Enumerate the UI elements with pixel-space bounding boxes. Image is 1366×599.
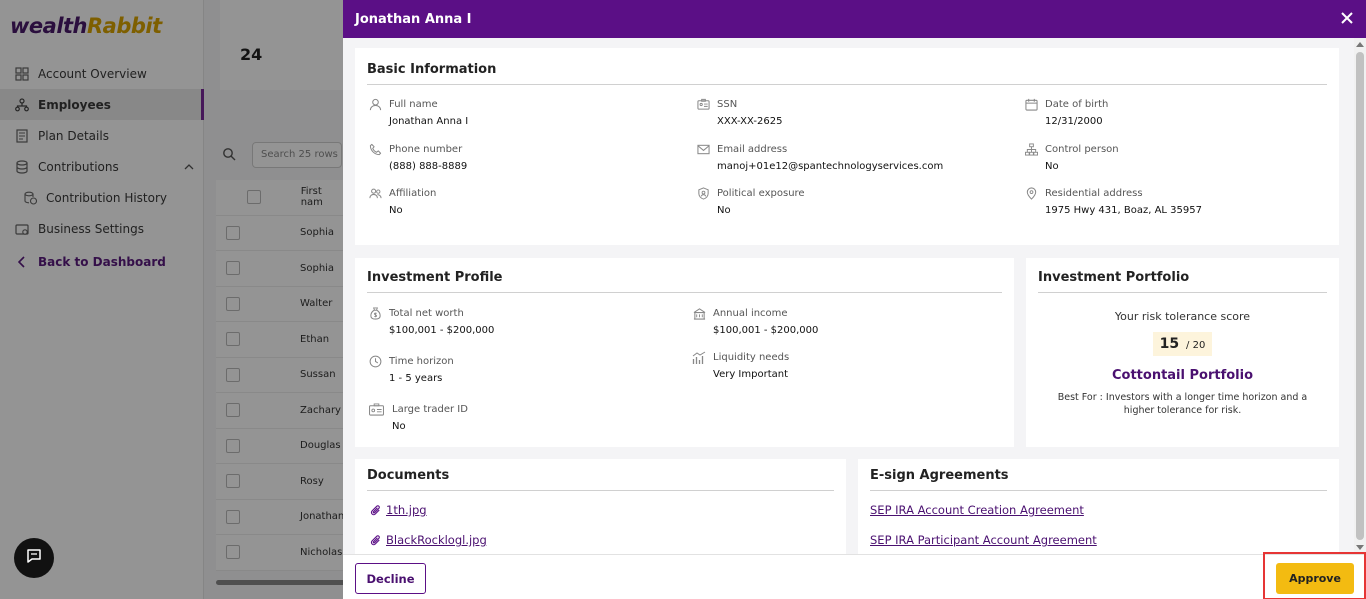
field-value: $100,001 - $200,000 — [713, 325, 819, 336]
close-button[interactable] — [1338, 10, 1356, 28]
field-value: 12/31/2000 — [1045, 116, 1103, 127]
drawer-header: Jonathan Anna I — [343, 0, 1366, 38]
field-label: Time horizon — [389, 356, 454, 367]
field-label: Email address — [717, 144, 788, 155]
field-value: $100,001 - $200,000 — [389, 325, 495, 336]
shield-user-icon — [695, 187, 711, 203]
field-label: Full name — [389, 99, 438, 110]
investment-profile-panel: Investment Profile Total net worth $100,0… — [355, 258, 1014, 447]
field-value: 1975 Hwy 431, Boaz, AL 35957 — [1045, 205, 1202, 216]
calendar-icon — [1023, 98, 1039, 114]
field-value: No — [717, 205, 731, 216]
risk-score-max: / 20 — [1186, 340, 1206, 351]
field-label: Residential address — [1045, 188, 1143, 199]
field-label: Control person — [1045, 144, 1119, 155]
field-label: Large trader ID — [392, 404, 468, 415]
approve-button[interactable]: Approve — [1276, 563, 1354, 594]
residential-address-field: Residential address 1975 Hwy 431, Boaz, A… — [1023, 187, 1202, 218]
chat-bubble-icon — [25, 547, 43, 569]
location-pin-icon — [1023, 187, 1039, 203]
field-label: Political exposure — [717, 188, 805, 199]
field-label: Date of birth — [1045, 99, 1109, 110]
field-label: Liquidity needs — [713, 352, 790, 363]
agreement-name: SEP IRA Account Creation Agreement — [870, 503, 1084, 517]
hierarchy-icon — [1023, 143, 1039, 159]
full-name-field: Full name Jonathan Anna I — [367, 98, 468, 129]
money-bag-icon — [367, 307, 383, 323]
field-value: Jonathan Anna I — [389, 116, 469, 127]
risk-tolerance-block: Your risk tolerance score 15 / 20 Cotton… — [1026, 310, 1339, 417]
risk-score-badge: 15 / 20 — [1152, 332, 1213, 356]
id-card-icon — [695, 98, 711, 114]
paperclip-icon — [369, 503, 383, 517]
document-link[interactable]: 1th.jpg — [369, 503, 427, 517]
esign-agreement-link[interactable]: SEP IRA Account Creation Agreement — [870, 503, 1084, 517]
documents-panel: Documents 1th.jpg BlackRocklogl.jpg — [355, 459, 846, 554]
decline-button[interactable]: Decline — [355, 563, 426, 594]
clock-icon — [367, 355, 383, 371]
scrollbar-thumb[interactable] — [1356, 52, 1364, 540]
portfolio-name: Cottontail Portfolio — [1111, 368, 1254, 383]
scroll-up-arrow-icon[interactable] — [1356, 42, 1364, 47]
large-trader-id-field: Large trader ID No — [367, 403, 468, 434]
field-label: Affiliation — [389, 188, 437, 199]
portfolio-description: Best For : Investors with a longer time … — [1057, 392, 1308, 416]
phone-icon — [367, 143, 383, 159]
id-badge-icon — [367, 403, 386, 419]
chat-button[interactable] — [14, 538, 54, 578]
esign-agreements-title: E-sign Agreements — [870, 468, 1327, 491]
ssn-field: SSN XXX-XX-2625 — [695, 98, 782, 129]
drawer-footer: Decline Approve — [343, 552, 1366, 599]
risk-tolerance-label: Your risk tolerance score — [1114, 310, 1251, 323]
building-icon — [691, 307, 707, 323]
basic-information-panel: Basic Information Full name Jonathan Anna… — [355, 48, 1339, 245]
annual-income-field: Annual income $100,001 - $200,000 — [691, 307, 818, 338]
documents-title: Documents — [367, 468, 834, 491]
document-link[interactable]: BlackRocklogl.jpg — [369, 533, 487, 547]
field-value: No — [1045, 161, 1059, 172]
scroll-down-arrow-icon[interactable] — [1356, 545, 1364, 550]
mail-icon — [695, 143, 711, 159]
total-net-worth-field: Total net worth $100,001 - $200,000 — [367, 307, 494, 338]
bar-chart-icon — [691, 351, 707, 367]
field-value: No — [392, 421, 406, 432]
close-icon — [1340, 10, 1354, 29]
document-name: 1th.jpg — [386, 503, 427, 517]
investment-portfolio-panel: Investment Portfolio Your risk tolerance… — [1026, 258, 1339, 447]
field-label: SSN — [717, 99, 738, 110]
paperclip-icon — [369, 533, 383, 547]
esign-agreements-panel: E-sign Agreements SEP IRA Account Creati… — [858, 459, 1339, 554]
liquidity-needs-field: Liquidity needs Very Important — [691, 351, 789, 382]
affiliation-field: Affiliation No — [367, 187, 436, 218]
control-person-field: Control person No — [1023, 143, 1119, 174]
political-exposure-field: Political exposure No — [695, 187, 805, 218]
employee-detail-drawer: Jonathan Anna I Basic Information Full n… — [343, 0, 1366, 599]
field-value: XXX-XX-2625 — [717, 116, 783, 127]
field-value: (888) 888-8889 — [389, 161, 468, 172]
agreement-name: SEP IRA Participant Account Agreement — [870, 533, 1097, 547]
field-label: Annual income — [713, 308, 788, 319]
time-horizon-field: Time horizon 1 - 5 years — [367, 355, 454, 386]
drawer-title: Jonathan Anna I — [355, 11, 472, 27]
field-label: Total net worth — [389, 308, 464, 319]
field-value: manoj+01e12@spantechnologyservices.com — [717, 161, 944, 172]
field-value: Very Important — [713, 369, 788, 380]
field-label: Phone number — [389, 144, 463, 155]
investment-profile-title: Investment Profile — [367, 270, 1002, 293]
investment-portfolio-title: Investment Portfolio — [1038, 270, 1327, 293]
date-of-birth-field: Date of birth 12/31/2000 — [1023, 98, 1108, 129]
esign-agreement-link[interactable]: SEP IRA Participant Account Agreement — [870, 533, 1097, 547]
document-name: BlackRocklogl.jpg — [386, 533, 487, 547]
user-icon — [367, 98, 383, 114]
users-icon — [367, 187, 383, 203]
risk-score-value: 15 — [1159, 336, 1180, 352]
drawer-scrollbar[interactable] — [1354, 38, 1366, 554]
email-address-field: Email address manoj+01e12@spantechnologys… — [695, 143, 943, 174]
phone-number-field: Phone number (888) 888-8889 — [367, 143, 467, 174]
field-value: No — [389, 205, 403, 216]
basic-information-title: Basic Information — [367, 62, 1327, 85]
field-value: 1 - 5 years — [389, 373, 443, 384]
